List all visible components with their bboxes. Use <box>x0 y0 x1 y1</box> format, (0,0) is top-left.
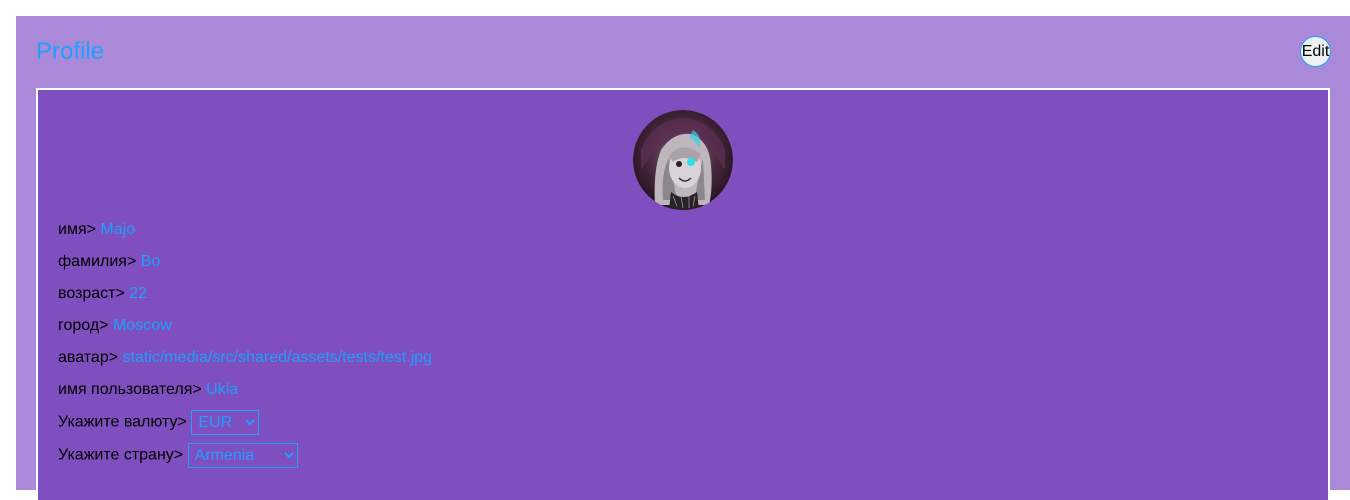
field-first-name: имя> Majo <box>58 220 135 244</box>
profile-page: Profile Edit имя> Majo фамилия> Bo возра… <box>16 16 1350 500</box>
field-value: Moscow <box>112 317 172 334</box>
field-last-name: фамилия> Bo <box>58 252 160 276</box>
country-select[interactable]: Armenia <box>187 443 298 468</box>
field-age: возраст> 22 <box>58 284 147 308</box>
field-label: имя> <box>58 221 96 238</box>
field-city: город> Moscow <box>58 316 172 340</box>
field-value: Bo <box>140 253 161 270</box>
field-value: Majo <box>100 221 136 238</box>
field-currency: Укажите валюту> EUR <box>58 410 260 435</box>
field-country: Укажите страну> Armenia <box>58 443 298 468</box>
currency-select[interactable]: EUR <box>191 410 260 435</box>
profile-header: Profile Edit <box>16 16 1350 88</box>
field-value: Ukla <box>206 381 239 398</box>
field-value: static/media/src/shared/assets/tests/tes… <box>122 349 432 366</box>
country-label: Укажите страну> <box>58 446 184 464</box>
currency-label: Укажите валюту> <box>58 413 187 431</box>
field-label: имя пользователя> <box>58 381 202 398</box>
avatar <box>633 110 733 210</box>
field-avatar: аватар> static/media/src/shared/assets/t… <box>58 348 432 372</box>
field-value: 22 <box>129 285 148 302</box>
field-label: аватар> <box>58 349 119 366</box>
page-title: Profile <box>36 38 105 65</box>
edit-button[interactable]: Edit <box>1300 36 1331 67</box>
field-label: город> <box>58 317 109 334</box>
profile-card: имя> Majo фамилия> Bo возраст> 22 город>… <box>36 88 1330 500</box>
field-username: имя пользователя> Ukla <box>58 380 238 404</box>
field-label: фамилия> <box>58 253 137 270</box>
avatar-image <box>633 110 733 210</box>
field-label: возраст> <box>58 285 125 302</box>
